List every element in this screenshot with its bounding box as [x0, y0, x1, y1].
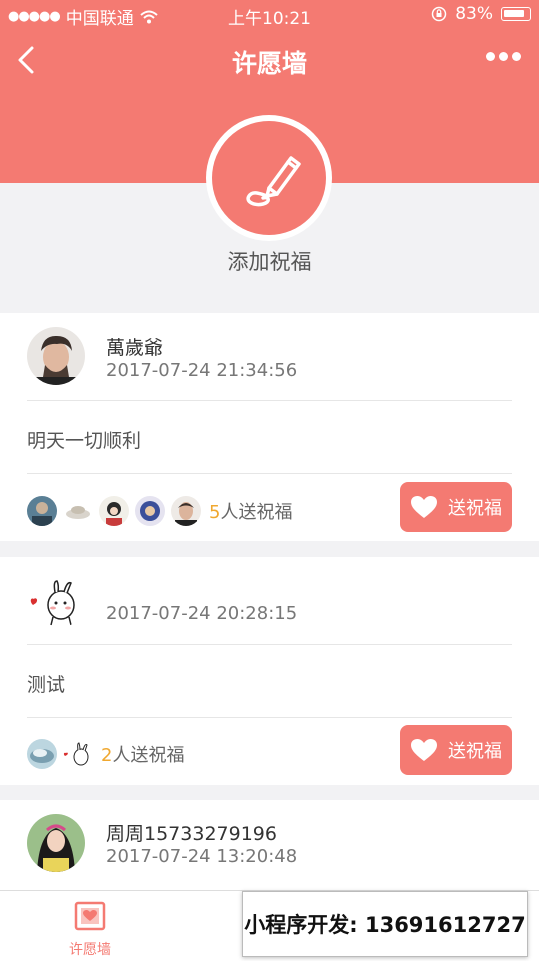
username: 萬歲爺 — [106, 337, 164, 359]
more-options-icon[interactable] — [486, 52, 521, 61]
avatar[interactable] — [27, 814, 85, 872]
wish-message: 明天一切顺利 — [27, 430, 142, 452]
post-time: 2017-07-24 21:34:56 — [106, 360, 298, 381]
blesser-avatar[interactable] — [63, 739, 93, 769]
heart-icon — [411, 739, 437, 761]
post-time: 2017-07-24 20:28:15 — [106, 603, 298, 624]
navigation-bar: 许愿墙 — [0, 30, 539, 90]
divider — [27, 400, 512, 401]
bless-count: 2人送祝福 — [101, 745, 185, 766]
avatar[interactable] — [27, 571, 85, 629]
blesser-avatar[interactable] — [27, 739, 57, 769]
send-blessing-label: 送祝福 — [448, 741, 502, 762]
blesser-avatar[interactable] — [99, 496, 129, 526]
pen-heart-icon — [246, 156, 301, 207]
tab-wish-wall-label: 许愿墙 — [69, 942, 111, 958]
wish-card: 萬歲爺 2017-07-24 21:34:56 明天一切顺利 5人送祝福 送祝福 — [0, 313, 539, 541]
blesser-avatar[interactable] — [27, 496, 57, 526]
wish-message: 测试 — [27, 674, 66, 696]
send-blessing-label: 送祝福 — [448, 498, 502, 519]
tab-wish-wall[interactable]: 许愿墙 — [60, 901, 120, 959]
blesser-avatar[interactable] — [135, 496, 165, 526]
wish-wall-tab-icon — [74, 901, 106, 931]
send-blessing-button[interactable]: 送祝福 — [400, 725, 512, 775]
battery-percent: 83% — [455, 4, 493, 24]
wish-card: 周周15733279196 2017-07-24 13:20:48 — [0, 800, 539, 890]
blesser-avatar[interactable] — [171, 496, 201, 526]
heart-icon — [411, 496, 437, 518]
add-wish-label[interactable]: 添加祝福 — [0, 246, 539, 276]
rotation-lock-icon — [431, 6, 447, 22]
add-wish-button[interactable] — [206, 115, 332, 241]
post-time: 2017-07-24 13:20:48 — [106, 846, 298, 867]
status-bar: ●●●●● 中国联通 上午10:21 83% — [0, 0, 539, 30]
divider — [27, 644, 512, 645]
send-blessing-button[interactable]: 送祝福 — [400, 482, 512, 532]
username: 周周15733279196 — [106, 823, 277, 845]
page-title: 许愿墙 — [231, 49, 307, 78]
battery-icon — [501, 7, 531, 21]
wish-card: 2017-07-24 20:28:15 测试 2人送祝福 送祝福 — [0, 557, 539, 785]
divider — [27, 473, 512, 474]
blesser-list: 2人送祝福 — [27, 739, 184, 769]
avatar[interactable] — [27, 327, 85, 385]
bless-count: 5人送祝福 — [209, 502, 293, 523]
blesser-list: 5人送祝福 — [27, 496, 292, 526]
divider — [27, 717, 512, 718]
blesser-avatar[interactable] — [63, 496, 93, 526]
contact-watermark: 小程序开发: 13691612727 — [242, 891, 528, 957]
